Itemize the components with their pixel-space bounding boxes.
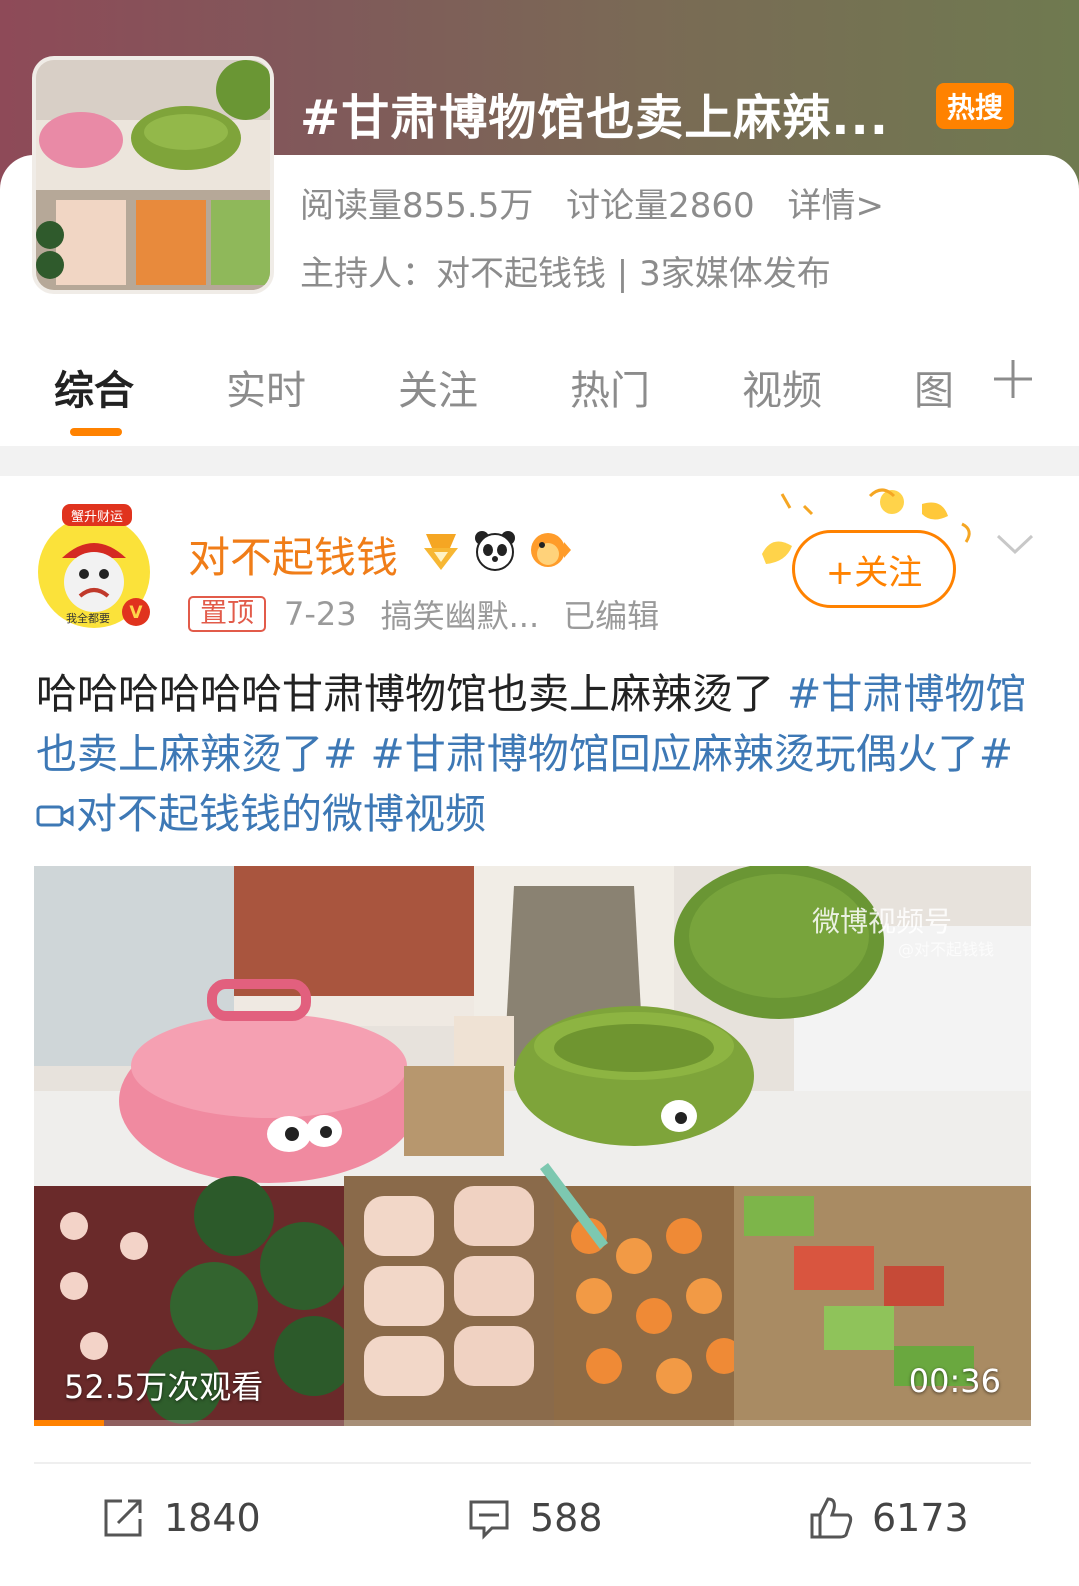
hot-search-badge: 热搜 xyxy=(936,83,1014,129)
share-icon xyxy=(104,1499,142,1537)
hashtag-link[interactable]: #甘肃博物馆回应麻辣烫玩偶火了# xyxy=(357,730,1013,778)
video-progress-fill xyxy=(34,1420,104,1426)
chevron-down-icon[interactable] xyxy=(994,530,1036,560)
discussion-count: 讨论量2860 xyxy=(566,186,755,226)
medal-icon[interactable] xyxy=(418,528,464,572)
comment-icon xyxy=(469,1500,509,1540)
follow-button[interactable]: +关注 xyxy=(792,530,956,608)
author-badges xyxy=(418,528,572,572)
author-name[interactable]: 对不起钱钱 xyxy=(188,524,398,585)
panda-icon[interactable] xyxy=(472,528,518,572)
post-text: 哈哈哈哈哈哈甘肃博物馆也卖上麻辣烫了 #甘肃博物馆也卖上麻辣烫了# #甘肃博物馆… xyxy=(36,664,1036,844)
post-meta: 置顶 7-23 搞笑幽默... 已编辑 xyxy=(188,591,683,637)
topic-thumbnail[interactable] xyxy=(32,56,274,294)
avatar[interactable]: 蟹升财运 我全都要 V xyxy=(32,500,156,630)
post-body: 哈哈哈哈哈哈甘肃博物馆也卖上麻辣烫了 xyxy=(36,670,788,718)
pufferfish-icon[interactable] xyxy=(526,528,572,572)
video-camera-icon xyxy=(36,805,74,827)
video-link[interactable]: 对不起钱钱的微博视频 xyxy=(36,790,486,838)
read-count: 阅读量855.5万 xyxy=(300,186,534,226)
topic-tabs: 综合 实时 关注 热门 视频 图 xyxy=(0,350,1079,440)
avatar-caption-bottom: 我全都要 xyxy=(66,611,110,625)
host-line[interactable]: 主持人：对不起钱钱 | 3家媒体发布 xyxy=(300,246,831,295)
share-button[interactable]: 1840 xyxy=(100,1488,261,1548)
section-separator xyxy=(0,446,1079,476)
video-duration: 00:36 xyxy=(908,1362,1001,1400)
thumbs-up-icon xyxy=(810,1497,853,1539)
tab-hot[interactable]: 热门 xyxy=(570,358,650,416)
verified-icon: V xyxy=(129,603,143,623)
comment-button[interactable]: 588 xyxy=(466,1488,603,1548)
share-count: 1840 xyxy=(164,1496,261,1540)
topic-stats: 阅读量855.5万 讨论量2860 详情> xyxy=(300,178,906,227)
like-button[interactable]: 6173 xyxy=(808,1488,969,1548)
tab-comprehensive[interactable]: 综合 xyxy=(54,358,134,416)
like-count: 6173 xyxy=(872,1496,969,1540)
video-player[interactable]: 微博视频号 @对不起钱钱 52.5万次观看 00:36 xyxy=(34,866,1031,1426)
watermark-handle: @对不起钱钱 xyxy=(898,940,995,959)
active-tab-indicator xyxy=(70,428,122,436)
tab-image[interactable]: 图 xyxy=(914,358,954,416)
pinned-tag: 置顶 xyxy=(188,596,266,632)
tab-realtime[interactable]: 实时 xyxy=(226,358,306,416)
avatar-caption-top: 蟹升财运 xyxy=(71,510,123,525)
comment-count: 588 xyxy=(530,1496,603,1540)
video-link-label[interactable]: 对不起钱钱的微博视频 xyxy=(76,790,486,838)
tab-following[interactable]: 关注 xyxy=(398,358,478,416)
topic-title[interactable]: #甘肃博物馆也卖上麻辣... xyxy=(300,78,920,142)
details-link[interactable]: 详情> xyxy=(788,186,885,226)
view-count: 52.5万次观看 xyxy=(64,1368,264,1406)
video-progress-bar[interactable] xyxy=(34,1420,1031,1426)
action-divider xyxy=(34,1462,1031,1464)
edited-label: 已编辑 xyxy=(563,597,660,635)
tab-video[interactable]: 视频 xyxy=(742,358,822,416)
watermark: 微博视频号 xyxy=(812,905,953,938)
post-date: 7-23 xyxy=(284,595,357,633)
add-tab-icon[interactable] xyxy=(990,356,1036,402)
post-category[interactable]: 搞笑幽默... xyxy=(381,591,540,637)
video-frame-image xyxy=(34,866,1031,1426)
